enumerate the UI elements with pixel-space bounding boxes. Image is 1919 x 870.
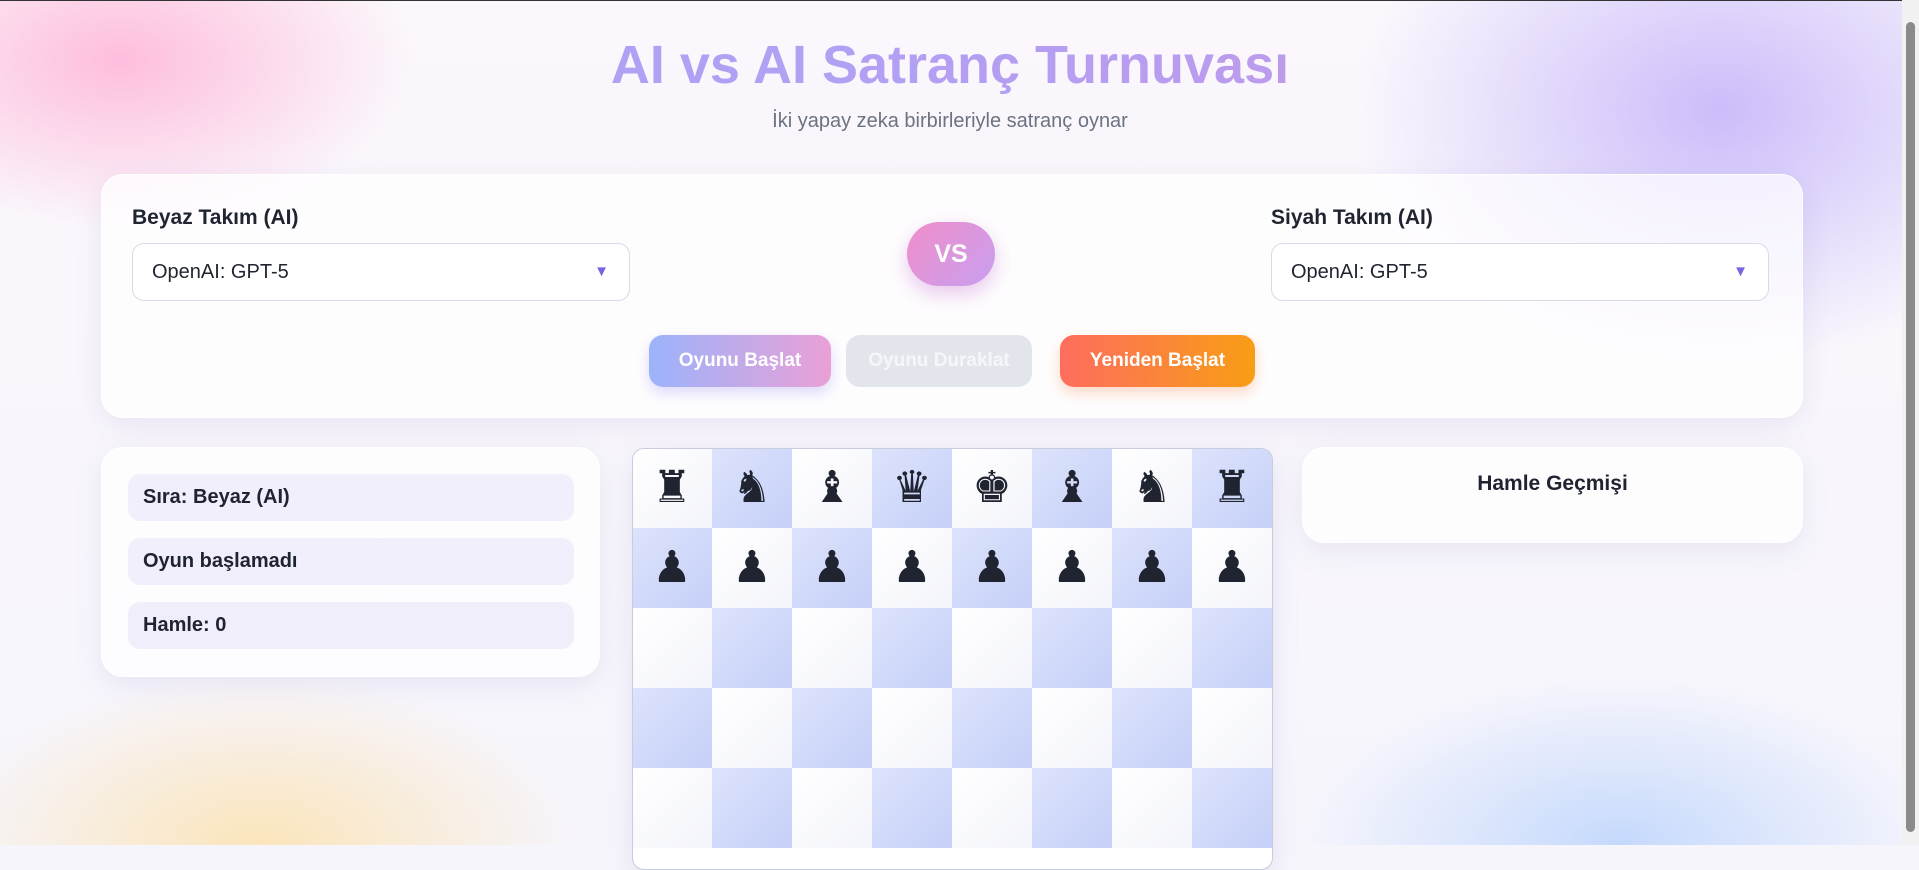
scrollbar[interactable] bbox=[1902, 0, 1919, 845]
board-square-h4[interactable] bbox=[1192, 768, 1272, 848]
start-game-button[interactable]: Oyunu Başlat bbox=[649, 335, 831, 387]
chess-piece[interactable]: ♞ bbox=[1132, 466, 1171, 510]
black-team-label: Siyah Takım (AI) bbox=[1271, 206, 1433, 229]
move-history-title: Hamle Geçmişi bbox=[1477, 472, 1628, 495]
board-square-b6[interactable] bbox=[712, 608, 792, 688]
board-square-a4[interactable] bbox=[633, 768, 712, 848]
chess-piece[interactable]: ♟ bbox=[652, 546, 691, 590]
chess-piece[interactable]: ♞ bbox=[732, 466, 771, 510]
board-square-c5[interactable] bbox=[792, 688, 872, 768]
black-model-select[interactable]: OpenAI: GPT-5 ▼ bbox=[1271, 243, 1769, 301]
board-square-e8[interactable]: ♚ bbox=[952, 449, 1032, 528]
triangle-down-icon: ▼ bbox=[1733, 263, 1748, 280]
setup-panel: Beyaz Takım (AI) OpenAI: GPT-5 ▼ VS Siya… bbox=[101, 174, 1803, 418]
chess-piece[interactable]: ♚ bbox=[972, 466, 1011, 510]
pause-game-button[interactable]: Oyunu Duraklat bbox=[846, 335, 1032, 387]
board-square-f8[interactable]: ♝ bbox=[1032, 449, 1112, 528]
chess-piece[interactable]: ♟ bbox=[1052, 546, 1091, 590]
board-square-b7[interactable]: ♟ bbox=[712, 528, 792, 608]
board-square-e5[interactable] bbox=[952, 688, 1032, 768]
board-square-f5[interactable] bbox=[1032, 688, 1112, 768]
board-square-h8[interactable]: ♜ bbox=[1192, 449, 1272, 528]
board-square-b8[interactable]: ♞ bbox=[712, 449, 792, 528]
board-square-c4[interactable] bbox=[792, 768, 872, 848]
board-square-e4[interactable] bbox=[952, 768, 1032, 848]
chess-piece[interactable]: ♜ bbox=[1212, 466, 1251, 510]
board-square-c7[interactable]: ♟ bbox=[792, 528, 872, 608]
board-square-a6[interactable] bbox=[633, 608, 712, 688]
turn-indicator: Sıra: Beyaz (AI) bbox=[128, 474, 574, 521]
scrollbar-thumb[interactable] bbox=[1906, 22, 1915, 832]
board-square-g8[interactable]: ♞ bbox=[1112, 449, 1192, 528]
chess-piece[interactable]: ♟ bbox=[1132, 546, 1171, 590]
chess-piece[interactable]: ♟ bbox=[972, 546, 1011, 590]
move-history-panel: Hamle Geçmişi bbox=[1302, 447, 1803, 543]
board-square-g7[interactable]: ♟ bbox=[1112, 528, 1192, 608]
chess-piece[interactable]: ♟ bbox=[812, 546, 851, 590]
move-counter: Hamle: 0 bbox=[128, 602, 574, 649]
chess-piece[interactable]: ♟ bbox=[1212, 546, 1251, 590]
chess-piece[interactable]: ♛ bbox=[892, 466, 931, 510]
board-square-g5[interactable] bbox=[1112, 688, 1192, 768]
board-square-b4[interactable] bbox=[712, 768, 792, 848]
page-title: AI vs AI Satranç Turnuvası bbox=[0, 34, 1900, 96]
restart-game-button[interactable]: Yeniden Başlat bbox=[1060, 335, 1255, 387]
board-square-d7[interactable]: ♟ bbox=[872, 528, 952, 608]
page-subtitle: İki yapay zeka birbirleriyle satranç oyn… bbox=[772, 110, 1128, 132]
game-state: Oyun başlamadı bbox=[128, 538, 574, 585]
triangle-down-icon: ▼ bbox=[594, 263, 609, 280]
chess-piece[interactable]: ♝ bbox=[1052, 466, 1091, 510]
board-square-e6[interactable] bbox=[952, 608, 1032, 688]
chess-piece[interactable]: ♜ bbox=[652, 466, 691, 510]
status-panel: Sıra: Beyaz (AI) Oyun başlamadı Hamle: 0 bbox=[101, 447, 600, 677]
board-square-d8[interactable]: ♛ bbox=[872, 449, 952, 528]
board-square-f7[interactable]: ♟ bbox=[1032, 528, 1112, 608]
chess-board: ♜ ♞ ♝ ♛ ♚ ♝ ♞ ♜ ♟ ♟ ♟ ♟ ♟ ♟ ♟ ♟ bbox=[632, 448, 1273, 870]
board-square-h5[interactable] bbox=[1192, 688, 1272, 768]
board-square-f4[interactable] bbox=[1032, 768, 1112, 848]
board-square-a8[interactable]: ♜ bbox=[633, 449, 712, 528]
black-model-value: OpenAI: GPT-5 bbox=[1291, 260, 1428, 283]
board-square-e7[interactable]: ♟ bbox=[952, 528, 1032, 608]
chess-piece[interactable]: ♟ bbox=[892, 546, 931, 590]
board-square-g4[interactable] bbox=[1112, 768, 1192, 848]
board-square-c8[interactable]: ♝ bbox=[792, 449, 872, 528]
window-top-border bbox=[0, 0, 1919, 1]
board-square-c6[interactable] bbox=[792, 608, 872, 688]
board-square-h7[interactable]: ♟ bbox=[1192, 528, 1272, 608]
white-model-select[interactable]: OpenAI: GPT-5 ▼ bbox=[132, 243, 630, 301]
white-model-value: OpenAI: GPT-5 bbox=[152, 260, 289, 283]
white-team-label: Beyaz Takım (AI) bbox=[132, 206, 299, 229]
board-square-b5[interactable] bbox=[712, 688, 792, 768]
board-square-a7[interactable]: ♟ bbox=[633, 528, 712, 608]
board-square-g6[interactable] bbox=[1112, 608, 1192, 688]
chess-piece[interactable]: ♟ bbox=[732, 546, 771, 590]
board-square-d5[interactable] bbox=[872, 688, 952, 768]
board-square-f6[interactable] bbox=[1032, 608, 1112, 688]
chess-piece[interactable]: ♝ bbox=[812, 466, 851, 510]
board-square-a5[interactable] bbox=[633, 688, 712, 768]
board-square-d4[interactable] bbox=[872, 768, 952, 848]
board-square-d6[interactable] bbox=[872, 608, 952, 688]
board-square-h6[interactable] bbox=[1192, 608, 1272, 688]
vs-badge: VS bbox=[907, 222, 995, 286]
